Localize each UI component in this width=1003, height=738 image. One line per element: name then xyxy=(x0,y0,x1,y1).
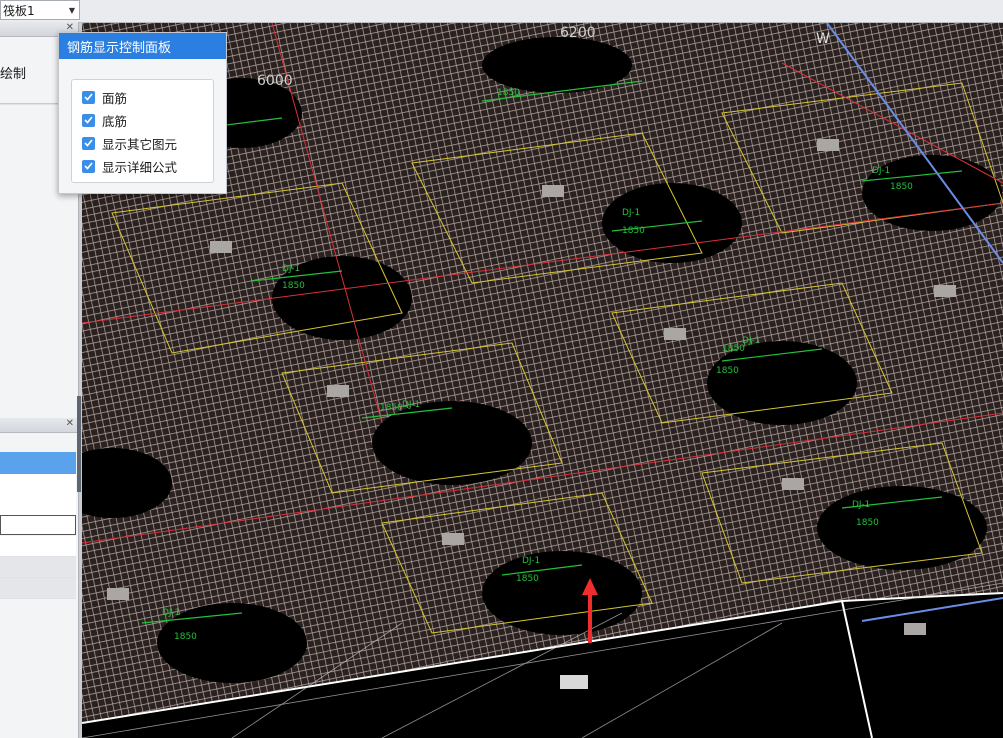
property-input[interactable] xyxy=(0,515,76,535)
option-label: 底筋 xyxy=(102,113,128,129)
list-item[interactable] xyxy=(0,495,76,516)
list-item-selected[interactable] xyxy=(0,452,76,475)
list-item[interactable] xyxy=(0,536,76,557)
list-item[interactable] xyxy=(0,474,76,496)
option-show-detailed-formula[interactable]: 显示详细公式 xyxy=(82,157,177,175)
panel-header-bottom: ✕ xyxy=(0,418,78,433)
panel-splitter[interactable] xyxy=(77,396,81,492)
checkbox-checked-icon[interactable] xyxy=(82,136,95,150)
close-icon[interactable]: ✕ xyxy=(66,418,74,429)
option-show-other-elements[interactable]: 显示其它图元 xyxy=(82,134,177,152)
option-label: 显示详细公式 xyxy=(102,159,178,175)
list-item[interactable] xyxy=(0,578,76,599)
pad-label: DJ-1 xyxy=(872,166,890,176)
pad-label: DJ-1 xyxy=(852,500,870,510)
pad-label: DJ-1 xyxy=(282,264,300,274)
dimension-label: 6200 xyxy=(560,25,596,41)
dimension-label: 6000 xyxy=(257,73,293,89)
dimension-label: 1850 xyxy=(497,88,520,98)
draw-button-label: 绘制 xyxy=(0,66,27,82)
option-bottom-rebar[interactable]: 底筋 xyxy=(82,111,127,129)
dimension-label: 1850 xyxy=(380,403,403,413)
pad-label: DJ-1 xyxy=(162,608,180,618)
dimension-label: 1850 xyxy=(174,632,197,642)
option-label: 面筋 xyxy=(102,90,128,106)
slab-edge-side xyxy=(841,600,873,738)
dimension-label: 1850 xyxy=(622,226,645,236)
checkbox-checked-icon[interactable] xyxy=(82,113,95,127)
checkbox-checked-icon[interactable] xyxy=(82,159,95,173)
floor-select[interactable]: 筏板1 ▼ xyxy=(0,0,80,20)
dimension-label: 1850 xyxy=(890,182,913,192)
pad-label: DJ-1 xyxy=(622,208,640,218)
pad-label: DJ-1 xyxy=(402,400,420,410)
list-item[interactable] xyxy=(0,557,76,578)
pad-label: DJ-1 xyxy=(522,556,540,566)
checkbox-checked-icon[interactable] xyxy=(82,90,95,104)
dimension-label: 1850 xyxy=(282,281,305,291)
options-group: 面筋 底筋 显示其它图元 显示详细公式 xyxy=(71,79,214,183)
option-top-rebar[interactable]: 面筋 xyxy=(82,88,127,106)
option-label: 显示其它图元 xyxy=(102,136,178,152)
top-toolbar: 筏板1 ▼ xyxy=(0,0,1003,23)
dimension-label: 1850 xyxy=(856,518,879,528)
rebar-display-control-panel: 钢筋显示控制面板 面筋 底筋 显示其它图元 显示详细公式 xyxy=(58,32,227,194)
panel-title[interactable]: 钢筋显示控制面板 xyxy=(59,33,226,59)
dimension-label: 1850 xyxy=(716,366,739,376)
pad-label: DJ-1 xyxy=(742,336,760,346)
chevron-down-icon[interactable]: ▼ xyxy=(65,6,79,15)
axis-label: W xyxy=(816,31,830,47)
floor-select-value: 筏板1 xyxy=(3,3,35,18)
dimension-label: 1850 xyxy=(516,574,539,584)
